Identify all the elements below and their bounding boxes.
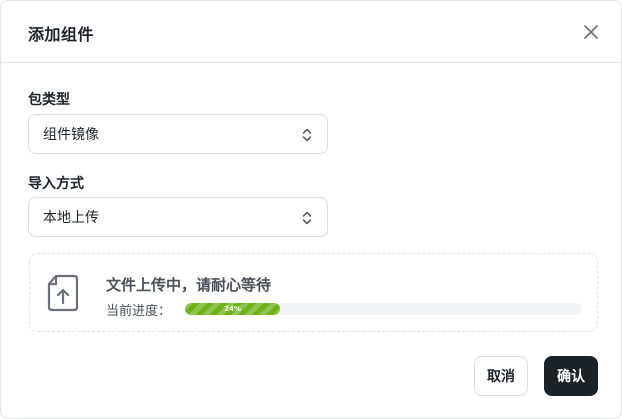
progress-bar-fill: 24% [185, 303, 281, 315]
cancel-button[interactable]: 取消 [474, 356, 528, 396]
dialog-title: 添加组件 [28, 25, 95, 44]
confirm-button[interactable]: 确认 [544, 356, 598, 396]
progress-label: 当前进度： [106, 304, 172, 319]
package-type-label: 包类型 [28, 92, 70, 108]
import-method-label: 导入方式 [28, 176, 84, 192]
chevron-up-down-icon [302, 211, 312, 225]
progress-percent-text: 24% [224, 305, 242, 313]
file-upload-icon [47, 274, 79, 312]
close-button[interactable] [580, 21, 602, 43]
package-type-select[interactable]: 组件镜像 [28, 114, 328, 154]
import-method-value: 本地上传 [43, 210, 99, 226]
close-icon [584, 25, 598, 39]
add-component-dialog: 添加组件 包类型 组件镜像 导入方式 本地上传 文件上传中，请耐心等待 当前进度… [0, 0, 622, 419]
progress-bar: 24% [185, 303, 582, 315]
package-type-value: 组件镜像 [43, 127, 99, 143]
import-method-select[interactable]: 本地上传 [28, 197, 328, 237]
upload-status-text: 文件上传中，请耐心等待 [106, 276, 272, 294]
upload-progress-area: 文件上传中，请耐心等待 当前进度： 24% [29, 253, 598, 332]
chevron-up-down-icon [302, 128, 312, 142]
dialog-header: 添加组件 [1, 1, 621, 63]
